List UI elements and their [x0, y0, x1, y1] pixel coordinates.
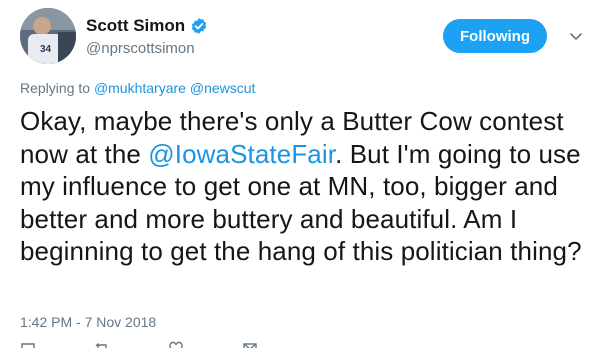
reply-context: Replying to @mukhtaryare @newscut: [20, 80, 255, 96]
reply-icon[interactable]: [20, 340, 36, 348]
verified-badge-icon: [192, 18, 207, 34]
tweet-mention-link[interactable]: @IowaStateFair: [148, 139, 335, 169]
display-name[interactable]: Scott Simon: [86, 16, 185, 36]
reply-mention-link[interactable]: @newscut: [190, 80, 256, 96]
avatar-jersey-number: 34: [40, 44, 52, 55]
author-handle[interactable]: @nprscottsimon: [86, 40, 208, 57]
tweet-header: 34 Scott Simon @nprscottsimon Following: [20, 8, 585, 68]
retweet-icon[interactable]: [94, 340, 110, 348]
author-block: Scott Simon @nprscottsimon: [86, 14, 208, 57]
tweet-timestamp[interactable]: 1:42 PM - 7 Nov 2018: [20, 314, 156, 330]
avatar[interactable]: 34: [20, 8, 76, 64]
message-icon[interactable]: [242, 340, 258, 348]
chevron-down-icon[interactable]: [568, 28, 584, 44]
tweet-actions: [20, 340, 420, 348]
reply-context-prefix: Replying to: [20, 80, 91, 96]
avatar-photo-icon: 34: [20, 8, 76, 64]
tweet-card: 34 Scott Simon @nprscottsimon Following …: [0, 0, 600, 348]
like-icon[interactable]: [168, 340, 184, 348]
tweet-text: Okay, maybe there's only a Butter Cow co…: [20, 105, 585, 268]
following-button[interactable]: Following: [443, 19, 547, 53]
reply-mention-link[interactable]: @mukhtaryare: [94, 80, 186, 96]
